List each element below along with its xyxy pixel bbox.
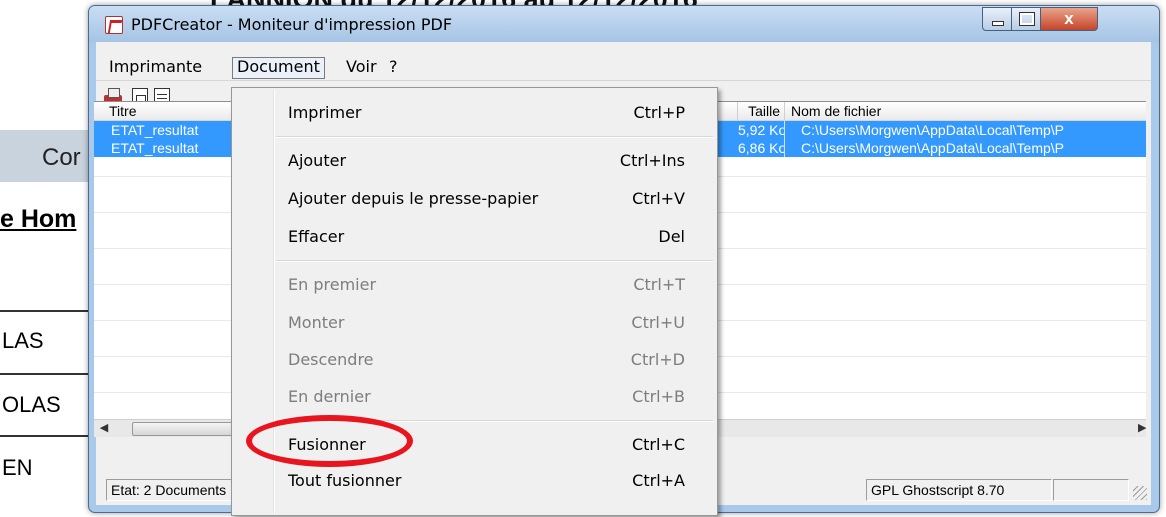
background-subheading: e Hom: [0, 205, 77, 233]
menu-item-shortcut: Ctrl+C: [631, 435, 685, 454]
menu-item-label: Ajouter: [288, 151, 347, 170]
scroll-left-icon[interactable]: ◀: [96, 421, 112, 436]
minimize-button[interactable]: [982, 7, 1012, 31]
row-size: 5,92 Ko: [738, 121, 785, 139]
column-header-nom-de-fichier[interactable]: Nom de fichier: [791, 102, 1145, 120]
minimize-icon: [992, 21, 1004, 26]
menu-item-shortcut: Del: [658, 227, 685, 246]
background-name: LAS: [2, 328, 44, 353]
menu-item-shortcut: Ctrl+P: [633, 103, 685, 122]
menu-item-label: Descendre: [288, 350, 374, 369]
menu-bar: Imprimante Document Voir ?: [96, 54, 1151, 81]
pdfcreator-app-icon[interactable]: [105, 16, 123, 34]
menu-item-en-premier: En premier Ctrl+T: [232, 269, 717, 299]
red-highlight-ellipse: [246, 415, 413, 467]
status-text: Etat: 2 Documents: [106, 479, 240, 501]
menu-item-label: Monter: [288, 313, 345, 332]
menu-item-label: En premier: [288, 275, 377, 294]
maximize-icon: [1019, 12, 1035, 26]
menu-item-imprimer[interactable]: Imprimer Ctrl+P: [232, 97, 717, 127]
menu-separator: [276, 260, 713, 262]
background-divider: [0, 373, 100, 375]
close-icon: x: [1064, 9, 1074, 28]
background-band-text: Cor: [42, 144, 81, 171]
menu-item-ajouter-depuis-presse-papier[interactable]: Ajouter depuis le presse-papier Ctrl+V: [232, 183, 717, 213]
row-title: ETAT_resultat: [109, 121, 232, 139]
menu-help[interactable]: ?: [385, 57, 402, 77]
menu-item-shortcut: Ctrl+U: [631, 313, 685, 332]
menu-item-shortcut: Ctrl+T: [633, 275, 685, 294]
menu-item-shortcut: Ctrl+B: [632, 387, 685, 406]
close-button[interactable]: x: [1040, 7, 1098, 31]
menu-item-label: Imprimer: [288, 103, 362, 122]
menu-item-label: Ajouter depuis le presse-papier: [288, 189, 539, 208]
status-panel-empty: [1053, 479, 1129, 501]
background-divider: [0, 310, 100, 312]
background-name: OLAS: [2, 392, 61, 417]
menu-item-ajouter[interactable]: Ajouter Ctrl+Ins: [232, 145, 717, 175]
menu-item-shortcut: Ctrl+Ins: [619, 151, 685, 170]
menu-item-shortcut: Ctrl+A: [632, 471, 685, 490]
row-title: ETAT_resultat: [109, 139, 232, 157]
title-bar[interactable]: PDFCreator - Moniteur d'impression PDF x: [89, 6, 1159, 42]
menu-voir[interactable]: Voir: [342, 57, 381, 77]
menu-item-label: En dernier: [288, 387, 371, 406]
background-name: EN: [2, 455, 33, 480]
menu-item-label: Tout fusionner: [288, 471, 402, 490]
menu-imprimante[interactable]: Imprimante: [105, 57, 206, 77]
menu-item-shortcut: Ctrl+V: [632, 189, 685, 208]
menu-separator: [276, 136, 713, 138]
column-header-taille[interactable]: Taille: [738, 102, 785, 120]
maximize-button[interactable]: [1011, 7, 1041, 31]
menu-item-tout-fusionner[interactable]: Tout fusionner Ctrl+A: [232, 465, 717, 495]
menu-item-label: Effacer: [288, 227, 345, 246]
menu-document[interactable]: Document: [232, 57, 325, 79]
row-filename: C:\Users\Morgwen\AppData\Local\Temp\P: [801, 140, 1064, 156]
scroll-right-icon[interactable]: ▶: [1138, 421, 1148, 436]
menu-item-shortcut: Ctrl+D: [630, 350, 685, 369]
row-filename: C:\Users\Morgwen\AppData\Local\Temp\P: [801, 122, 1064, 138]
menu-item-effacer[interactable]: Effacer Del: [232, 221, 717, 251]
menu-item-en-dernier: En dernier Ctrl+B: [232, 381, 717, 411]
window-title: PDFCreator - Moniteur d'impression PDF: [131, 15, 453, 34]
background-divider: [0, 435, 100, 437]
row-size: 6,86 Ko: [738, 139, 785, 157]
menu-item-descendre: Descendre Ctrl+D: [232, 344, 717, 374]
ghostscript-version: GPL Ghostscript 8.70: [866, 479, 1052, 501]
resize-grip-icon[interactable]: [1133, 486, 1147, 500]
menu-item-monter: Monter Ctrl+U: [232, 307, 717, 337]
